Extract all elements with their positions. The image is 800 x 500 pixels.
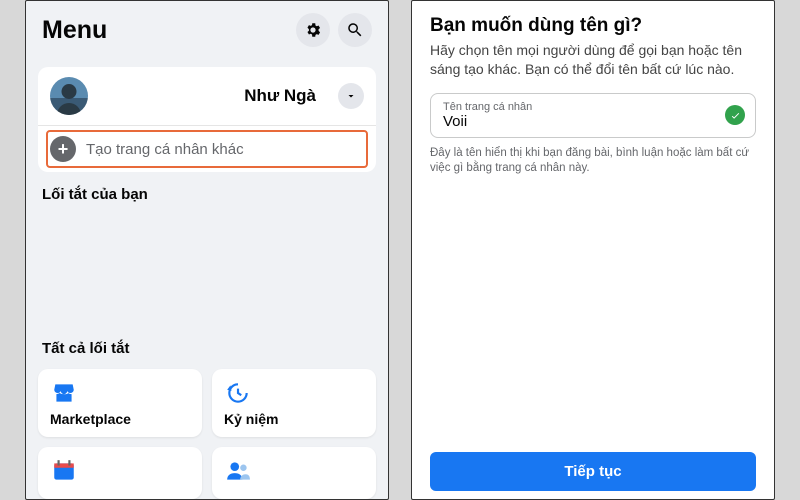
expand-button[interactable] <box>338 83 364 109</box>
shortcut-tile-4[interactable] <box>212 447 376 499</box>
search-icon <box>346 21 364 39</box>
tile-label: Kỷ niệm <box>224 411 364 427</box>
shortcuts-area <box>26 209 388 326</box>
chevron-down-icon <box>345 90 357 102</box>
menu-title: Menu <box>42 16 107 45</box>
menu-screen: Menu Như Ngà + Tạo trang cá nhân khác Lố… <box>25 0 389 500</box>
profile-switcher[interactable]: Như Ngà <box>38 67 376 125</box>
form-title: Bạn muốn dùng tên gì? <box>430 15 756 37</box>
marketplace-icon <box>50 379 78 407</box>
create-profile-label: Tạo trang cá nhân khác <box>86 141 244 158</box>
profile-name: Như Ngà <box>100 86 326 106</box>
profile-name-input[interactable]: Tên trang cá nhân Voii <box>430 93 756 138</box>
header-actions <box>296 13 372 47</box>
memories-icon <box>224 379 252 407</box>
check-icon <box>730 110 741 121</box>
settings-button[interactable] <box>296 13 330 47</box>
search-button[interactable] <box>338 13 372 47</box>
continue-button[interactable]: Tiếp tục <box>430 452 756 491</box>
shortcuts-section-label: Lối tắt của bạn <box>26 172 388 209</box>
valid-indicator <box>725 105 745 125</box>
shortcut-memories[interactable]: Kỷ niệm <box>212 369 376 437</box>
calendar-icon <box>50 457 78 485</box>
input-help-text: Đây là tên hiển thị khi bạn đăng bài, bì… <box>430 146 756 177</box>
form-subtitle: Hãy chọn tên mọi người dùng để gọi bạn h… <box>430 41 756 79</box>
menu-header: Menu <box>26 1 388 57</box>
friends-icon <box>224 457 252 485</box>
plus-icon: + <box>50 136 76 162</box>
tile-label: Marketplace <box>50 411 190 427</box>
all-shortcuts-label: Tất cả lối tắt <box>26 326 388 363</box>
name-form-screen: Bạn muốn dùng tên gì? Hãy chọn tên mọi n… <box>411 0 775 500</box>
input-value: Voii <box>443 113 715 130</box>
create-profile-row[interactable]: + Tạo trang cá nhân khác <box>38 125 376 172</box>
form-body: Bạn muốn dùng tên gì? Hãy chọn tên mọi n… <box>412 1 774 499</box>
gear-icon <box>304 21 322 39</box>
shortcut-tile-3[interactable] <box>38 447 202 499</box>
shortcut-marketplace[interactable]: Marketplace <box>38 369 202 437</box>
avatar <box>50 77 88 115</box>
profile-card: Như Ngà + Tạo trang cá nhân khác <box>38 67 376 172</box>
shortcut-grid: Marketplace Kỷ niệm <box>26 363 388 499</box>
input-label: Tên trang cá nhân <box>443 101 715 113</box>
